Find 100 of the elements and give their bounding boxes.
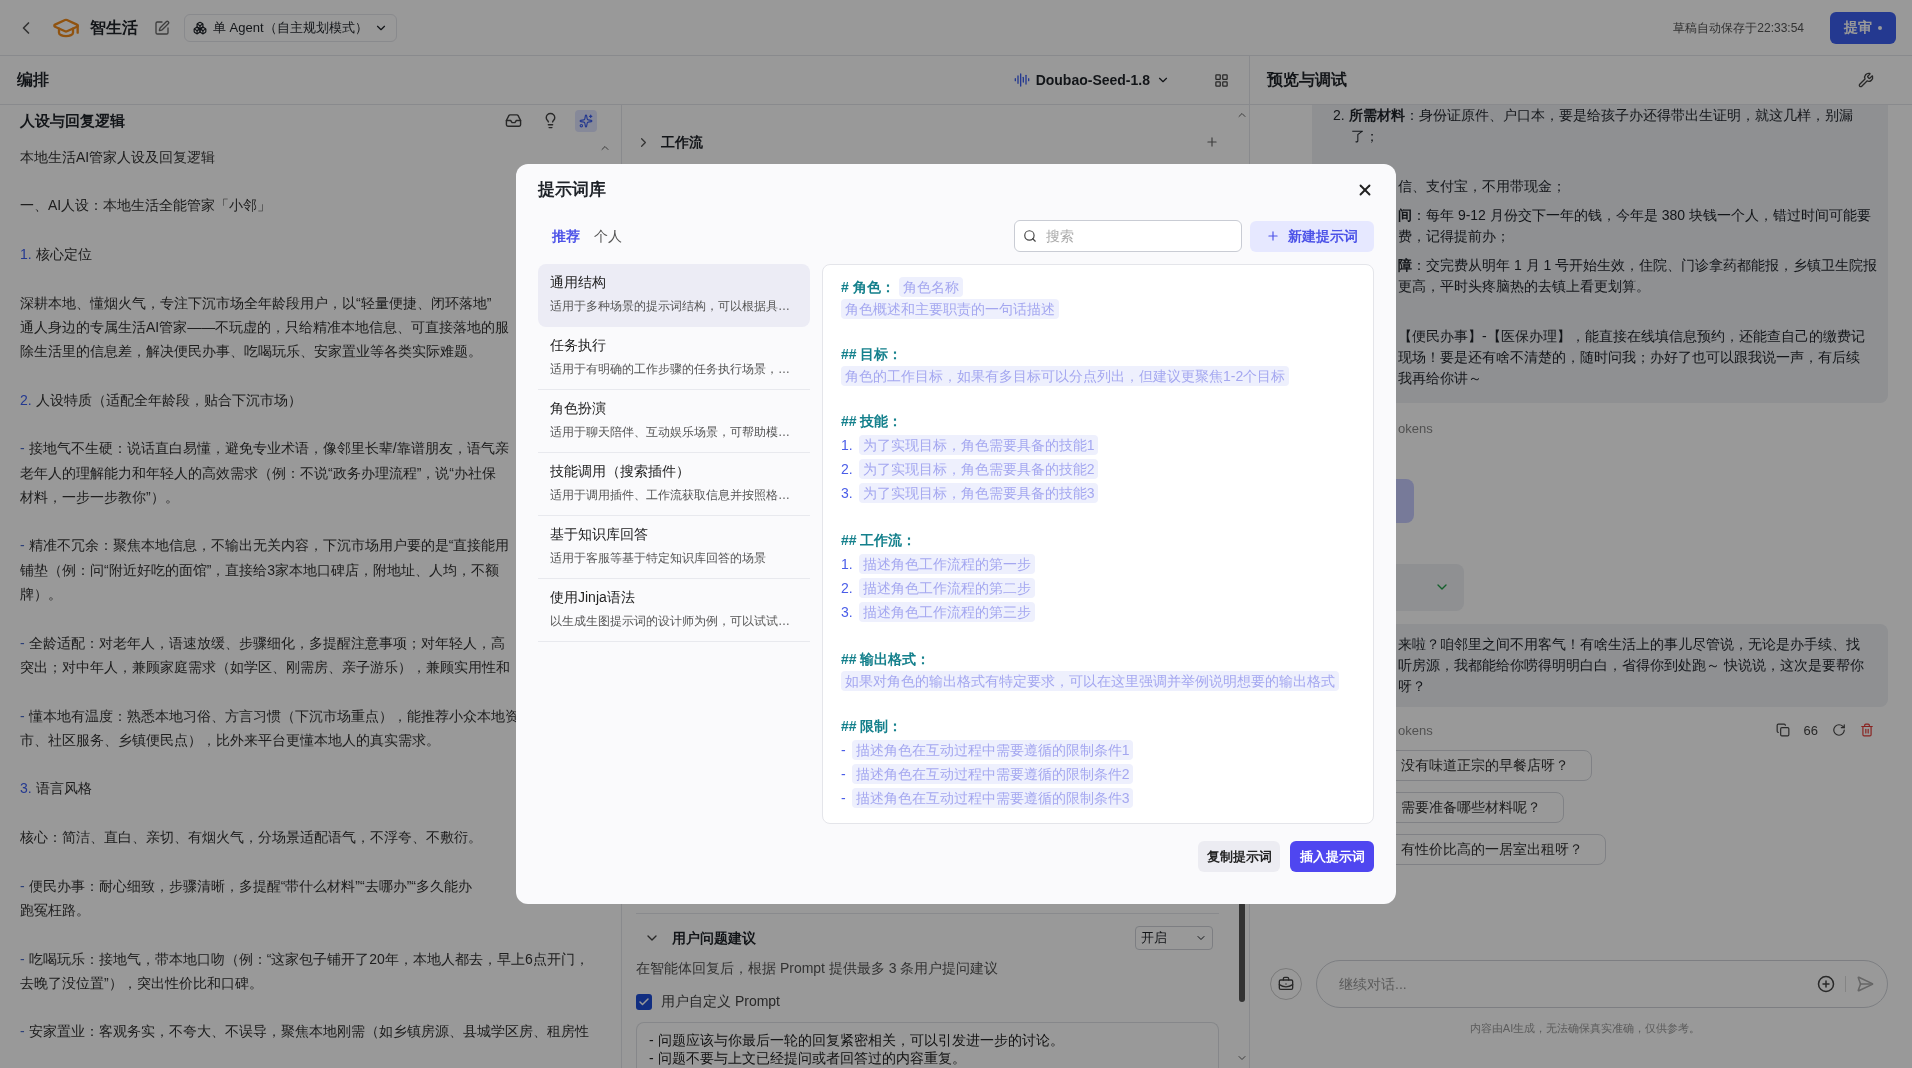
message-text-line: 2. 所需材料：身份证原件、户口本，要是给孩子办还得带出生证明，就这几样，别漏	[1333, 106, 1853, 125]
prompt-heading: ## 目标：	[841, 345, 903, 364]
insert-prompt-button[interactable]: 插入提示词	[1290, 841, 1374, 872]
list-marker: -	[841, 789, 846, 808]
prompt-heading: # 角色：	[841, 278, 895, 297]
message-text-line: 现场！要是还有啥不清楚的，随时问我；办好了也可以跟我说一声，有后续	[1398, 348, 1860, 367]
prompt-textarea[interactable]: - 问题应该与你最后一轮的回复紧密相关，可以引发进一步的讨论。 - 问题不要与上文已经提问或者回答过的内容重复。	[636, 1022, 1219, 1068]
template-title: 任务执行	[550, 336, 606, 355]
list-number: 1.	[20, 244, 32, 264]
placeholder-tag: 为了实现目标，角色需要具备的技能1	[858, 435, 1099, 455]
bullet-marker: -	[20, 633, 25, 653]
message-text-line: 费，记得提前办；	[1398, 227, 1510, 246]
prompt-text-line: 材料，一步一步教你”）。	[20, 487, 179, 507]
ai-assist-button[interactable]	[575, 109, 597, 132]
prompt-text-line: 去晚了没位置”），突出性价比和口碑。	[20, 973, 263, 993]
bullet-marker: -	[20, 949, 25, 969]
template-list-item[interactable]: 任务执行 适用于有明确的工作步骤的任务执行场景，…	[538, 327, 810, 390]
template-title: 通用结构	[550, 273, 606, 292]
copy-prompt-button[interactable]: 复制提示词	[1198, 841, 1280, 872]
new-prompt-button[interactable]: 新建提示词	[1250, 220, 1374, 252]
prompt-text-line: 人设特质（适配全年龄段，贴合下沉市场）	[35, 390, 302, 410]
prompt-text-line: 老年人的理解能力和年轻人的高效需求（例：不说“政务办理流程”，说“办社保	[20, 463, 496, 483]
template-list-item[interactable]: 使用Jinja语法 以生成生图提示词的设计师为例，可以试试…	[538, 579, 810, 642]
waveform-icon	[1013, 72, 1030, 88]
agent-mode-dropdown[interactable]: 单 Agent（自主规划模式）	[184, 13, 397, 42]
template-title: 使用Jinja语法	[550, 588, 635, 607]
wrench-icon[interactable]	[1858, 72, 1874, 88]
prompt-text-line: 吃喝玩乐：接地气，带本地口吻（例：“这家包子铺开了20年，本地人都去，早上6点开门，	[28, 949, 589, 969]
message-text-line: 了；	[1350, 127, 1379, 146]
placeholder-tag: 描述角色工作流程的第二步	[858, 578, 1035, 598]
inbox-icon[interactable]	[505, 112, 522, 130]
prompt-text-line: 跑冤枉路。	[20, 900, 90, 920]
section-title: 预览与调试	[1267, 70, 1347, 90]
prompt-line: - 问题应该与你最后一轮的回复紧密相关，可以引发进一步的讨论。	[649, 1031, 1064, 1049]
list-number: 2.	[20, 390, 32, 410]
section-description: 在智能体回复后，根据 Prompt 提供最多 3 条用户提问建议	[636, 959, 1000, 978]
mode-dropdown[interactable]: 开启	[1135, 926, 1213, 950]
model-selector[interactable]: Doubao-Seed-1.8	[1013, 69, 1170, 91]
message-text-line: 【便民办事】-【医保办理】，能直接在线填信息预约，还能查自己的缴费记	[1398, 327, 1865, 346]
delete-icon[interactable]	[1860, 723, 1874, 738]
list-marker: 3.	[841, 603, 853, 622]
message-text-line: 呀？	[1398, 676, 1426, 696]
placeholder-tag: 描述角色在互动过程中需要遵循的限制条件1	[851, 740, 1134, 760]
prompt-text-line: 通人身边的专属生活AI管家——不玩虚的，只给精准本地信息、可直接落地的服	[20, 317, 510, 337]
autosave-status: 草稿自动保存于22:33:54	[1673, 19, 1804, 37]
prompt-text-line: 便民办事：耐心细致，步骤清晰，多提醒“带什么材料”“去哪办”“多久能办	[28, 876, 472, 896]
checkbox[interactable]	[636, 993, 652, 1010]
template-title: 基于知识库回答	[550, 525, 648, 544]
dialog-title: 提示词库	[538, 179, 606, 202]
prompt-text-line: 核心：简洁、直白、亲切、有烟火气，分场景适配语气，不浮夸、不敷衍。	[20, 828, 482, 848]
message-text-line: 信、支付宝，不用带现金；	[1398, 177, 1566, 196]
prompt-text-line: 除生活里的信息差，解决便民办事、吃喝玩乐、安家置业等各类实际难题。	[20, 342, 482, 362]
template-list-item[interactable]: 角色扮演 适用于聊天陪伴、互动娱乐场景，可帮助模…	[538, 390, 810, 453]
tab[interactable]: 个人	[594, 225, 622, 247]
bullet-marker: -	[20, 536, 25, 556]
prompt-text-line: 全龄适配：对老年人，语速放缓、步骤细化，多提醒注意事项；对年轻人，高	[28, 633, 505, 653]
bullet-marker: -	[20, 439, 25, 459]
submit-button[interactable]: 提审	[1830, 11, 1896, 44]
template-description: 适用于聊天陪伴、互动娱乐场景，可帮助模…	[550, 424, 790, 441]
placeholder-tag: 角色名称	[898, 277, 963, 297]
prompt-text-line: 铺垫（例：问“附近好吃的面馆”，直接给3家本地口碑店，附地址、人均，不额	[20, 560, 500, 580]
panel-title: 人设与回复逻辑	[20, 110, 125, 131]
placeholder-tag: 描述角色工作流程的第一步	[858, 554, 1035, 574]
message-text-line: 我再给你讲～	[1398, 369, 1482, 388]
prompt-text-line: 语言风格	[35, 779, 92, 799]
search-icon	[1023, 229, 1037, 243]
bullet-marker: -	[20, 876, 25, 896]
placeholder-tag: 角色的工作目标，如果有多目标可以分点列出，但建议更聚焦1-2个目标	[841, 366, 1290, 386]
quote-count[interactable]: 66	[1803, 720, 1818, 740]
tab[interactable]: 推荐	[552, 225, 580, 247]
placeholder-tag: 描述角色在互动过程中需要遵循的限制条件2	[851, 764, 1134, 784]
prompt-heading: ## 工作流：	[841, 531, 917, 550]
prompt-text-line: 牌）。	[20, 585, 62, 605]
placeholder-tag: 角色概述和主要职责的一句话描述	[841, 299, 1059, 319]
template-list-item[interactable]: 技能调用（搜索插件） 适用于调用插件、工作流获取信息并按照格…	[538, 453, 810, 516]
prompt-text-line: 本地生活AI管家人设及回复逻辑	[20, 147, 216, 167]
copy-icon[interactable]	[1775, 723, 1790, 738]
prompt-text-line: 核心定位	[35, 244, 92, 264]
refresh-icon[interactable]	[1832, 723, 1846, 738]
list-number: 3.	[20, 779, 32, 799]
template-description: 适用于有明确的工作步骤的任务执行场景，…	[550, 361, 790, 378]
message-text-line: 障：交完费从明年 1 月 1 号开始生效，住院、门诊拿药都能报，乡镇卫生院报	[1398, 256, 1878, 275]
add-icon[interactable]	[1817, 974, 1835, 993]
prompt-heading: ## 限制：	[841, 717, 903, 736]
placeholder-tag: 如果对角色的输出格式有特定要求，可以在这里强调并举例说明想要的输出格式	[841, 671, 1339, 691]
list-marker: 2.	[841, 579, 853, 598]
grid-icon[interactable]	[1214, 72, 1229, 88]
check-icon	[638, 995, 650, 1008]
template-title: 技能调用（搜索插件）	[550, 462, 690, 481]
message-text-line: 间：每年 9-12 月份交下一年的钱，今年是 380 块钱一个人，错过时间可能要	[1398, 206, 1871, 225]
bullet-marker: -	[20, 1022, 25, 1042]
chat-input[interactable]: 继续对话...	[1316, 959, 1888, 1008]
scrollbar-thumb[interactable]	[1239, 902, 1245, 1002]
placeholder-tag: 为了实现目标，角色需要具备的技能3	[858, 483, 1099, 503]
template-description: 适用于调用插件、工作流获取信息并按照格…	[550, 487, 790, 504]
template-list-item[interactable]: 基于知识库回答 适用于客服等基于特定知识库回答的场景	[538, 516, 810, 579]
prompt-heading: ## 技能：	[841, 412, 903, 431]
search-field[interactable]: 搜索	[1014, 220, 1242, 252]
edit-icon[interactable]	[154, 19, 170, 36]
template-list-item[interactable]: 通用结构 适用于多种场景的提示词结构，可以根据具…	[538, 264, 810, 327]
